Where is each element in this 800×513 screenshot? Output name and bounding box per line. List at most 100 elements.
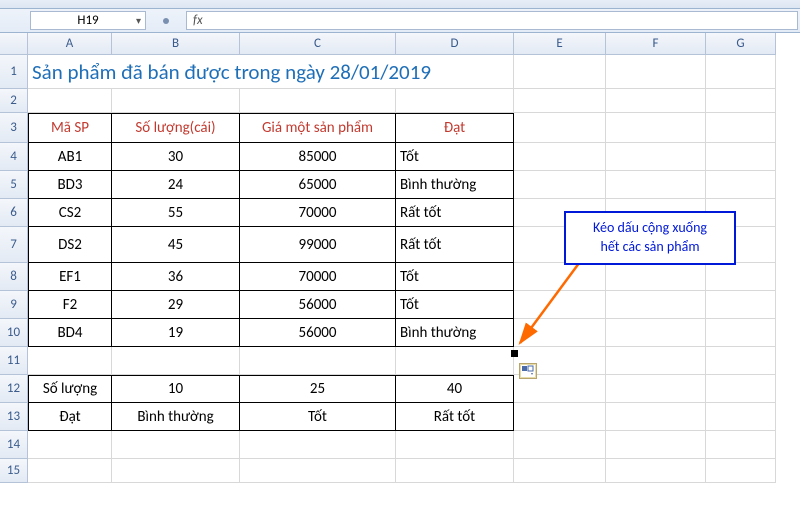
cell[interactable]: [514, 319, 606, 347]
fill-handle-icon[interactable]: [511, 350, 518, 357]
cell[interactable]: [112, 431, 240, 459]
cell[interactable]: 45: [112, 227, 240, 263]
cell[interactable]: Đạt: [396, 113, 514, 143]
row-header-3[interactable]: 3: [0, 113, 28, 143]
cell[interactable]: [706, 171, 776, 199]
col-header-G[interactable]: G: [706, 33, 776, 55]
cell[interactable]: [396, 347, 514, 375]
cell[interactable]: [706, 113, 776, 143]
cell[interactable]: [706, 55, 776, 89]
cell[interactable]: F2: [28, 291, 112, 319]
cell[interactable]: [606, 431, 706, 459]
cell[interactable]: [606, 171, 706, 199]
cell[interactable]: [514, 459, 606, 483]
cell[interactable]: [240, 431, 396, 459]
cell[interactable]: [240, 89, 396, 113]
cell[interactable]: [606, 113, 706, 143]
cells-area[interactable]: Sản phẩm đã bán được trong ngày 28/01/20…: [28, 55, 776, 483]
cell[interactable]: [514, 171, 606, 199]
cell[interactable]: [28, 347, 112, 375]
cell[interactable]: [514, 113, 606, 143]
cell[interactable]: [396, 459, 514, 483]
cell[interactable]: [706, 263, 776, 291]
cell[interactable]: [240, 459, 396, 483]
title-cell[interactable]: Sản phẩm đã bán được trong ngày 28/01/20…: [28, 55, 514, 89]
cell[interactable]: 25: [240, 375, 396, 403]
cell[interactable]: [514, 55, 606, 89]
cell[interactable]: 65000: [240, 171, 396, 199]
row-header-10[interactable]: 10: [0, 319, 28, 347]
cell[interactable]: [514, 263, 606, 291]
col-header-C[interactable]: C: [240, 33, 396, 55]
cell[interactable]: Tốt: [396, 291, 514, 319]
row-header-12[interactable]: 12: [0, 375, 28, 403]
cell[interactable]: Tốt: [396, 263, 514, 291]
cell[interactable]: [706, 431, 776, 459]
select-all-corner[interactable]: [0, 33, 28, 55]
cell[interactable]: 40: [396, 375, 514, 403]
cell[interactable]: 55: [112, 199, 240, 227]
cell[interactable]: [514, 291, 606, 319]
cell[interactable]: [706, 143, 776, 171]
cell[interactable]: Mã SP: [28, 113, 112, 143]
cell[interactable]: [514, 89, 606, 113]
row-header-5[interactable]: 5: [0, 171, 28, 199]
cell[interactable]: [706, 89, 776, 113]
formula-bar[interactable]: fx: [186, 11, 798, 30]
cell[interactable]: Tốt: [396, 143, 514, 171]
cell[interactable]: [706, 459, 776, 483]
cell[interactable]: [112, 347, 240, 375]
cell[interactable]: [514, 431, 606, 459]
cell[interactable]: Đạt: [28, 403, 112, 431]
col-header-F[interactable]: F: [606, 33, 706, 55]
cell[interactable]: [112, 89, 240, 113]
name-box[interactable]: H19 ▾: [30, 11, 146, 30]
cell[interactable]: [606, 291, 706, 319]
row-header-9[interactable]: 9: [0, 291, 28, 319]
cell[interactable]: [706, 319, 776, 347]
cell[interactable]: [514, 143, 606, 171]
cell[interactable]: Bình thường: [396, 319, 514, 347]
cell[interactable]: DS2: [28, 227, 112, 263]
cell[interactable]: Số lượng: [28, 375, 112, 403]
cell[interactable]: [112, 459, 240, 483]
cell[interactable]: [706, 403, 776, 431]
cell[interactable]: [606, 459, 706, 483]
cell[interactable]: [706, 375, 776, 403]
cell[interactable]: BD4: [28, 319, 112, 347]
row-header-1[interactable]: 1: [0, 55, 28, 89]
cell[interactable]: 36: [112, 263, 240, 291]
cell[interactable]: [606, 89, 706, 113]
cell[interactable]: Rất tốt: [396, 199, 514, 227]
cell[interactable]: [606, 263, 706, 291]
cell[interactable]: 56000: [240, 319, 396, 347]
autofill-options-button[interactable]: [519, 363, 537, 379]
cell[interactable]: [706, 291, 776, 319]
cell[interactable]: 24: [112, 171, 240, 199]
cell[interactable]: 70000: [240, 199, 396, 227]
cell[interactable]: [28, 431, 112, 459]
cell[interactable]: Tốt: [240, 403, 396, 431]
col-header-B[interactable]: B: [112, 33, 240, 55]
cell[interactable]: [514, 403, 606, 431]
cell[interactable]: Số lượng(cái): [112, 113, 240, 143]
row-header-15[interactable]: 15: [0, 459, 28, 483]
cell[interactable]: 85000: [240, 143, 396, 171]
cell[interactable]: [706, 347, 776, 375]
row-header-6[interactable]: 6: [0, 199, 28, 227]
cell[interactable]: Rất tốt: [396, 403, 514, 431]
row-header-13[interactable]: 13: [0, 403, 28, 431]
row-header-4[interactable]: 4: [0, 143, 28, 171]
cell[interactable]: [606, 403, 706, 431]
col-header-D[interactable]: D: [396, 33, 514, 55]
cell[interactable]: [396, 89, 514, 113]
row-header-8[interactable]: 8: [0, 263, 28, 291]
cell[interactable]: [396, 431, 514, 459]
cell[interactable]: [606, 319, 706, 347]
cell[interactable]: 56000: [240, 291, 396, 319]
cell[interactable]: BD3: [28, 171, 112, 199]
cell[interactable]: 70000: [240, 263, 396, 291]
cell[interactable]: [514, 375, 606, 403]
cell[interactable]: [28, 89, 112, 113]
fx-icon[interactable]: fx: [193, 13, 203, 28]
